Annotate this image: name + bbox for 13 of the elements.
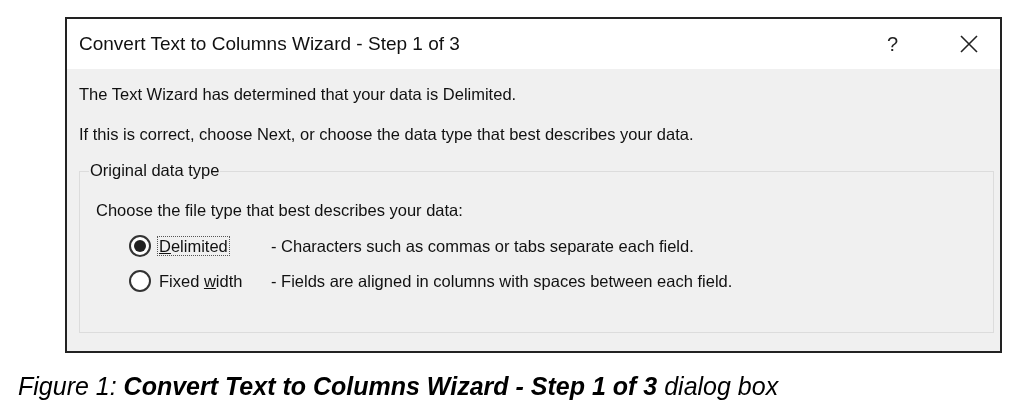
option-description: - Characters such as commas or tabs separate each field. — [271, 235, 694, 257]
radio-button[interactable] — [129, 235, 151, 258]
prompt-text: Choose the file type that best describes your data: — [96, 200, 464, 221]
radio-label[interactable]: Fixed width — [157, 271, 245, 290]
window-title: Convert Text to Columns Wizard - Step 1 of 3 — [79, 31, 461, 56]
info-text: If this is correct, choose Next, or choose the data type that best describes your data. — [79, 124, 695, 145]
radio-label[interactable]: Delimited — [157, 235, 230, 256]
radio-button[interactable] — [129, 269, 151, 292]
close-icon[interactable] — [960, 35, 978, 53]
option-description: - Fields are aligned in columns with spaces between each field. — [271, 270, 733, 292]
help-button[interactable]: ? — [886, 29, 898, 59]
figure-caption: Figure 1: Convert Text to Columns Wizard - Step 1 of 3 dialog box — [18, 371, 779, 402]
info-text: The Text Wizard has determined that your data is Delimited. — [79, 84, 518, 105]
